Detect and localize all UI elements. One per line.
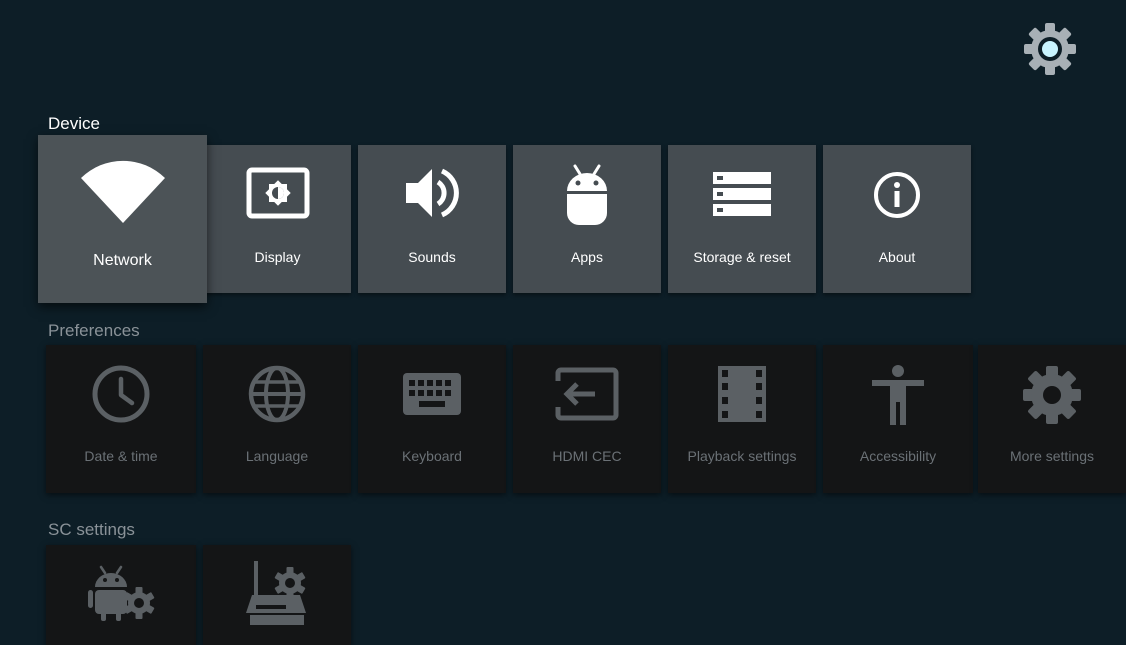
hdmi-input-icon (555, 367, 619, 421)
tile-label: Display (254, 249, 301, 265)
tile-label: Language (245, 448, 309, 464)
keyboard-icon (403, 373, 461, 415)
gear-icon (1023, 366, 1081, 424)
section-title-preferences: Preferences (48, 321, 140, 340)
info-icon (874, 172, 920, 218)
tile-about[interactable]: About (823, 145, 971, 293)
tile-keyboard[interactable]: Keyboard (358, 345, 506, 493)
section-title-device: Device (48, 114, 100, 133)
accessibility-icon (872, 365, 924, 425)
tile-display[interactable]: Display (204, 145, 351, 293)
speaker-icon (406, 168, 459, 218)
tile-label: HDMI CEC (552, 448, 622, 464)
tile-label: Date & time (84, 448, 158, 464)
android-gear-icon (88, 565, 155, 621)
display-brightness-icon (246, 167, 309, 219)
tile-label: More settings (1009, 448, 1095, 464)
settings-gear-icon[interactable] (1022, 21, 1078, 77)
tile-storage-reset[interactable]: Storage & reset (668, 145, 816, 293)
tile-date-time[interactable]: Date & time (46, 345, 196, 493)
tile-label: Playback settings (687, 448, 797, 464)
tile-sc-android-settings[interactable] (46, 545, 196, 645)
tile-language[interactable]: Language (203, 345, 351, 493)
tile-more-settings[interactable]: More settings (978, 345, 1126, 493)
tile-label: Accessibility (859, 448, 937, 464)
film-icon (718, 366, 766, 422)
tile-network[interactable]: Network (38, 135, 207, 303)
tile-hdmi-cec[interactable]: HDMI CEC (513, 345, 661, 493)
android-icon (567, 164, 607, 225)
router-gear-icon (246, 561, 306, 625)
globe-icon (248, 365, 306, 423)
clock-icon (92, 365, 150, 423)
storage-icon (713, 172, 771, 216)
tile-label: Keyboard (402, 448, 462, 464)
tile-label: Network (93, 252, 152, 269)
tile-sounds[interactable]: Sounds (358, 145, 506, 293)
tile-label: Sounds (408, 249, 456, 265)
wifi-icon (80, 160, 165, 223)
tile-accessibility[interactable]: Accessibility (823, 345, 973, 493)
tile-playback-settings[interactable]: Playback settings (668, 345, 816, 493)
tile-sc-router-settings[interactable] (203, 545, 351, 645)
tile-label: About (878, 249, 916, 265)
section-title-sc-settings: SC settings (48, 520, 135, 539)
tile-label: Apps (571, 249, 603, 265)
tile-label: Storage & reset (693, 249, 791, 265)
tile-apps[interactable]: Apps (513, 145, 661, 293)
